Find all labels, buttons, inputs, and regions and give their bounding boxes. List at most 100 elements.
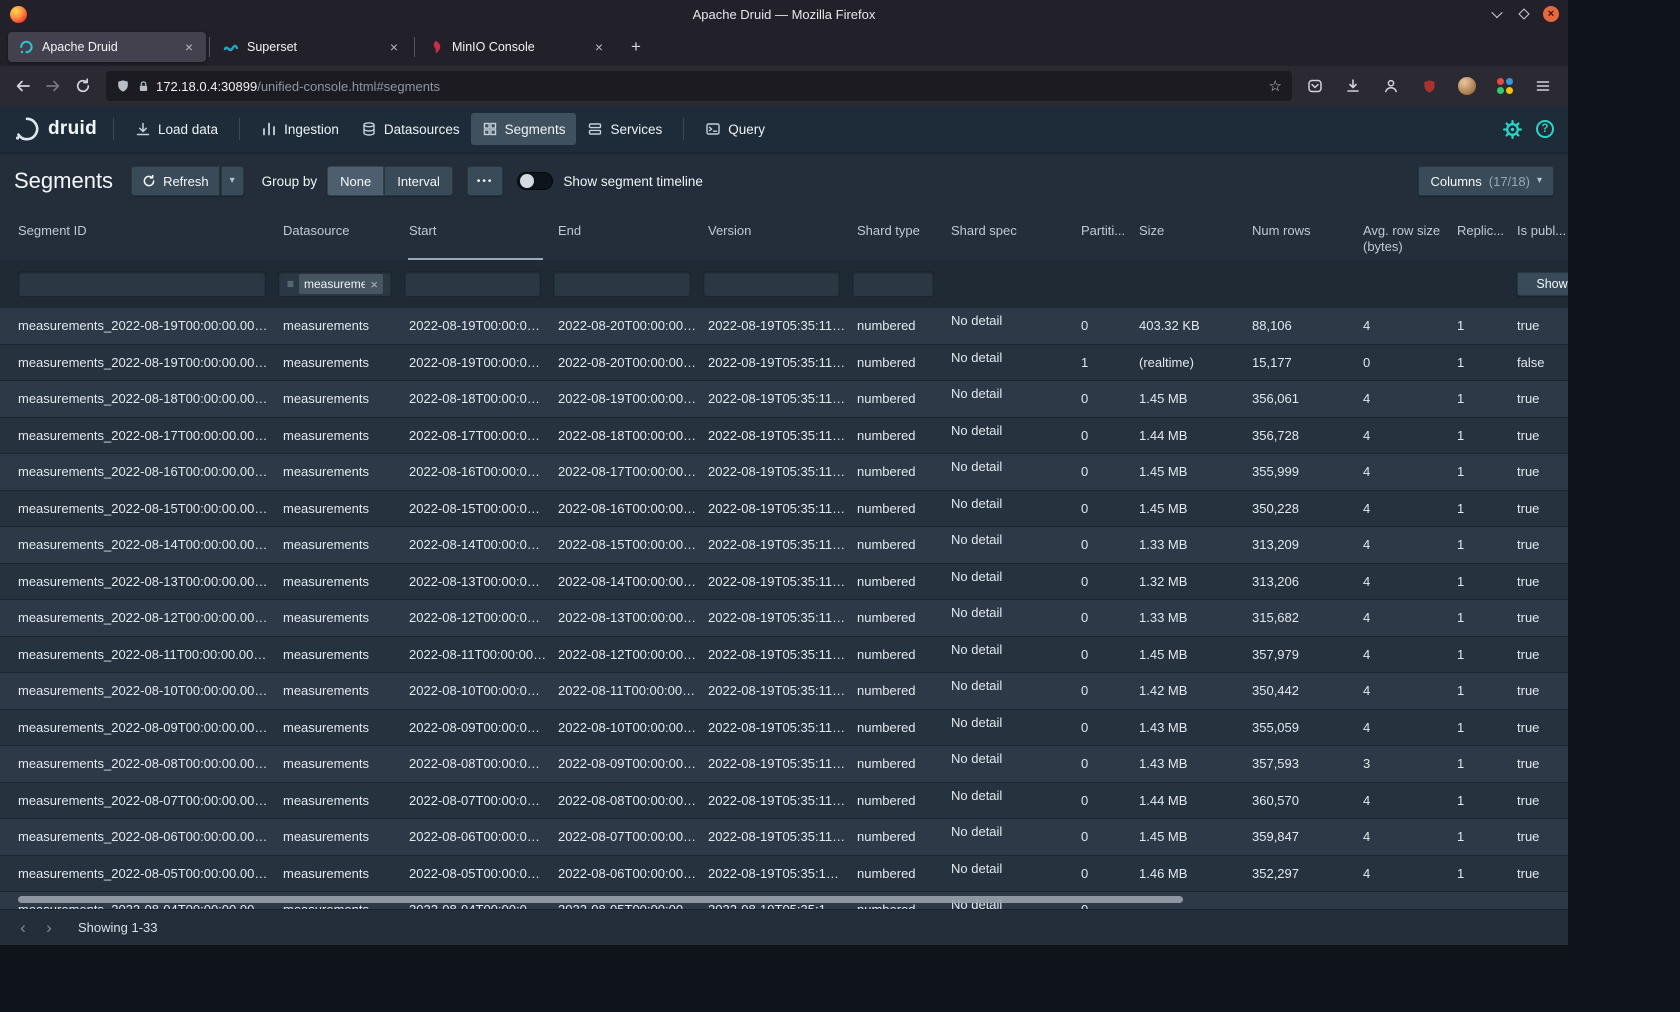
- column-header-end[interactable]: End: [553, 210, 703, 260]
- nav-divider: [113, 118, 114, 140]
- table-row[interactable]: measurements_2022-08-15T00:00:00.000Z...…: [0, 491, 1568, 528]
- forward-button[interactable]: [38, 71, 68, 101]
- table-row[interactable]: measurements_2022-08-12T00:00:00.000Z...…: [0, 600, 1568, 637]
- version-filter-input[interactable]: [703, 271, 840, 297]
- reload-button[interactable]: [68, 71, 98, 101]
- more-actions-button[interactable]: •••: [467, 166, 504, 196]
- cell-size: 1.46 MB: [1134, 866, 1247, 881]
- cell-end: 2022-08-13T00:00:00.0...: [553, 610, 703, 625]
- column-header-version[interactable]: Version: [703, 210, 852, 260]
- group-by-none-button[interactable]: None: [327, 166, 384, 196]
- table-row[interactable]: measurements_2022-08-08T00:00:00.000Z...…: [0, 746, 1568, 783]
- table-row[interactable]: measurements_2022-08-07T00:00:00.000Z...…: [0, 783, 1568, 820]
- cell-is-published: true: [1512, 866, 1568, 881]
- ublock-icon[interactable]: [1414, 71, 1444, 101]
- column-header-replicas[interactable]: Replic...: [1452, 210, 1512, 260]
- extension-icon[interactable]: [1490, 71, 1520, 101]
- lock-icon[interactable]: [137, 80, 150, 93]
- cell-size: 1.32 MB: [1134, 574, 1247, 589]
- cell-partition: 0: [1076, 537, 1134, 552]
- downloads-icon[interactable]: [1338, 71, 1368, 101]
- cell-end: 2022-08-12T00:00:00.0...: [553, 647, 703, 662]
- column-header-partition[interactable]: Partiti...: [1076, 210, 1134, 260]
- column-header-segment-id[interactable]: Segment ID: [0, 210, 278, 260]
- start-filter-input[interactable]: [404, 271, 541, 297]
- tracking-shield-icon[interactable]: [116, 79, 130, 93]
- account-icon[interactable]: [1376, 71, 1406, 101]
- table-row[interactable]: measurements_2022-08-19T00:00:00.000Z...…: [0, 308, 1568, 345]
- cell-shard-spec: No detail: [946, 491, 1076, 511]
- refresh-caret-button[interactable]: ▾: [220, 166, 244, 196]
- next-page-button[interactable]: ›: [36, 915, 62, 941]
- cell-is-published: true: [1512, 537, 1568, 552]
- nav-item-ingestion[interactable]: Ingestion: [250, 113, 350, 145]
- tab-close-icon[interactable]: ×: [385, 38, 403, 56]
- druid-logo[interactable]: druid: [14, 116, 97, 142]
- cell-start: 2022-08-17T00:00:00.0...: [404, 428, 553, 443]
- column-header-num-rows[interactable]: Num rows: [1247, 210, 1358, 260]
- column-header-avg-row-size[interactable]: Avg. row size (bytes): [1358, 210, 1452, 260]
- tab-bar: Apache Druid × Superset × MinIO Console …: [0, 28, 1568, 66]
- bookmark-star-icon[interactable]: ☆: [1269, 77, 1282, 95]
- back-button[interactable]: [8, 71, 38, 101]
- pocket-icon[interactable]: [1300, 71, 1330, 101]
- table-row[interactable]: measurements_2022-08-09T00:00:00.000Z...…: [0, 710, 1568, 747]
- end-filter-input[interactable]: [553, 271, 691, 297]
- table-row[interactable]: measurements_2022-08-19T00:00:00.000Z...…: [0, 345, 1568, 382]
- column-header-shard-type[interactable]: Shard type: [852, 210, 946, 260]
- tab-close-icon[interactable]: ×: [180, 38, 198, 56]
- table-row[interactable]: measurements_2022-08-06T00:00:00.000Z...…: [0, 819, 1568, 856]
- is-published-filter-button[interactable]: Show: [1517, 272, 1568, 296]
- tab-superset[interactable]: Superset ×: [213, 32, 411, 62]
- column-header-size[interactable]: Size: [1134, 210, 1247, 260]
- refresh-button[interactable]: Refresh: [131, 166, 220, 196]
- chip-remove-icon[interactable]: ×: [370, 277, 378, 292]
- help-icon[interactable]: ?: [1536, 120, 1554, 138]
- group-by-label: Group by: [262, 174, 318, 189]
- table-row[interactable]: measurements_2022-08-10T00:00:00.000Z...…: [0, 673, 1568, 710]
- table-row[interactable]: measurements_2022-08-18T00:00:00.000Z...…: [0, 381, 1568, 418]
- previous-page-button[interactable]: ‹: [10, 915, 36, 941]
- nav-item-datasources[interactable]: Datasources: [350, 113, 471, 145]
- column-header-is-published[interactable]: Is publ...: [1512, 210, 1568, 260]
- cell-end: 2022-08-15T00:00:00.0...: [553, 537, 703, 552]
- cell-num-rows: 356,061: [1247, 391, 1358, 406]
- cell-size: 1.44 MB: [1134, 428, 1247, 443]
- segment-id-filter-input[interactable]: [18, 271, 266, 297]
- table-row[interactable]: measurements_2022-08-05T00:00:00.000Z...…: [0, 856, 1568, 893]
- url-toolbar: 172.18.0.4:30899/unified-console.html#se…: [0, 66, 1568, 106]
- nav-item-load-data[interactable]: Load data: [124, 113, 229, 145]
- cell-shard-spec: No detail: [946, 527, 1076, 547]
- new-tab-button[interactable]: +: [622, 33, 650, 61]
- columns-button[interactable]: Columns (17/18) ▾: [1418, 166, 1554, 196]
- shard-type-filter-input[interactable]: [852, 271, 934, 297]
- tab-apache-druid[interactable]: Apache Druid ×: [8, 32, 206, 62]
- nav-item-query[interactable]: Query: [694, 113, 776, 145]
- cell-version: 2022-08-19T05:35:11.0...: [703, 829, 852, 844]
- table-row[interactable]: measurements_2022-08-16T00:00:00.000Z...…: [0, 454, 1568, 491]
- tab-minio-console[interactable]: MinIO Console ×: [418, 32, 616, 62]
- cell-num-rows: 315,682: [1247, 610, 1358, 625]
- tab-close-icon[interactable]: ×: [590, 38, 608, 56]
- table-row[interactable]: measurements_2022-08-14T00:00:00.000Z...…: [0, 527, 1568, 564]
- segment-timeline-toggle[interactable]: [517, 172, 553, 190]
- cell-is-published: true: [1512, 720, 1568, 735]
- table-row[interactable]: measurements_2022-08-13T00:00:00.000Z...…: [0, 564, 1568, 601]
- horizontal-scrollbar[interactable]: [18, 896, 1183, 903]
- settings-gear-icon[interactable]: [1503, 120, 1522, 139]
- nav-item-segments[interactable]: Segments: [471, 113, 577, 145]
- datasource-filter-input[interactable]: ≡ measurements ×: [278, 271, 392, 297]
- maximize-button[interactable]: [1516, 6, 1532, 22]
- column-header-start[interactable]: Start: [404, 210, 553, 260]
- menu-icon[interactable]: [1528, 71, 1558, 101]
- table-row[interactable]: measurements_2022-08-17T00:00:00.000Z...…: [0, 418, 1568, 455]
- column-header-shard-spec[interactable]: Shard spec: [946, 210, 1076, 260]
- column-header-datasource[interactable]: Datasource: [278, 210, 404, 260]
- minimize-button[interactable]: [1489, 6, 1505, 22]
- table-row[interactable]: measurements_2022-08-11T00:00:00.000Z...…: [0, 637, 1568, 674]
- url-bar[interactable]: 172.18.0.4:30899/unified-console.html#se…: [106, 71, 1292, 101]
- window-close-button[interactable]: ×: [1543, 6, 1559, 22]
- nav-item-services[interactable]: Services: [576, 113, 673, 145]
- profile-avatar[interactable]: [1452, 71, 1482, 101]
- group-by-interval-button[interactable]: Interval: [384, 166, 453, 196]
